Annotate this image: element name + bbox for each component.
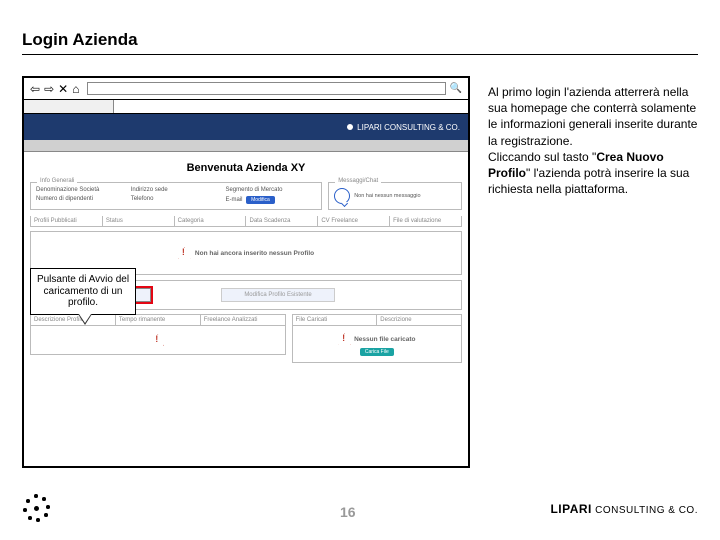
panel-title: Messaggi/Chat (335, 178, 381, 184)
field-label: Segmento di Mercato (225, 187, 316, 193)
callout-pointer-icon (78, 314, 92, 325)
chat-icon (334, 188, 350, 204)
home-icon[interactable]: ⌂ (72, 82, 79, 96)
scadenza-empty: ! (30, 325, 286, 355)
field-label: Telefono (131, 196, 222, 204)
col-header: Profili Pubblicati (31, 216, 103, 226)
search-icon[interactable]: 🔍 (450, 83, 462, 94)
site-nav (24, 140, 468, 152)
browser-toolbar: ⇦ ⇨ ✕ ⌂ 🔍 (24, 78, 468, 100)
col-header: Status (103, 216, 175, 226)
browser-tab[interactable] (24, 100, 114, 113)
title-underline (22, 54, 698, 55)
col-header: Data Scadenza (246, 216, 318, 226)
forward-icon[interactable]: ⇨ (44, 82, 54, 96)
col-header: Freelance Analizzati (201, 315, 285, 325)
col-header: Descrizione (377, 315, 461, 325)
tab-row (24, 100, 468, 114)
col-header: CV Freelance (318, 216, 390, 226)
slide-title: Login Azienda (22, 30, 138, 50)
page-number: 16 (340, 504, 356, 520)
field-label: Indirizzo sede (131, 187, 222, 193)
explanation-text: Al primo login l'azienda atterrerà nella… (488, 84, 698, 197)
carica-file-button[interactable]: Carica File (360, 348, 394, 356)
col-header: Tempo rimanente (116, 315, 201, 325)
col-header: File di valutazione (390, 216, 461, 226)
col-header: Categoria (175, 216, 247, 226)
callout-box: Pulsante di Avvio del caricamento di un … (30, 268, 136, 315)
dotted-logo-icon (22, 494, 50, 522)
col-header: Descrizione Profilo (31, 315, 116, 325)
modifica-button[interactable]: Modifica (246, 196, 275, 204)
col-header: File Caricati (293, 315, 378, 325)
field-label: Denominazione Società (36, 187, 127, 193)
url-bar[interactable] (87, 82, 445, 95)
back-icon[interactable]: ⇦ (30, 82, 40, 96)
files-empty: ! Nessun file caricato Carica File (292, 325, 462, 363)
welcome-heading: Benvenuta Azienda XY (24, 152, 468, 182)
site-header: LIPARI CONSULTING & CO. (24, 114, 468, 140)
modifica-profilo-button[interactable]: Modifica Profilo Esistente (221, 288, 335, 302)
field-label: Numero di dipendenti (36, 196, 127, 204)
empty-text: Nessun file caricato (354, 336, 415, 343)
empty-text: Non hai ancora inserito nessun Profilo (195, 250, 314, 257)
panel-title: Info Generali (37, 178, 77, 184)
chat-empty-text: Non hai nessun messaggio (354, 193, 420, 199)
chat-panel: Messaggi/Chat Non hai nessun messaggio (328, 182, 462, 210)
logo-dot-icon (347, 124, 353, 130)
field-label: E-mail Modifica (225, 196, 316, 204)
close-icon[interactable]: ✕ (58, 82, 68, 96)
info-generali-panel: Info Generali Denominazione Società Indi… (30, 182, 322, 210)
footer-brand: LIPARI CONSULTING & CO. (550, 502, 698, 516)
brand-text: LIPARI CONSULTING & CO. (357, 123, 460, 132)
